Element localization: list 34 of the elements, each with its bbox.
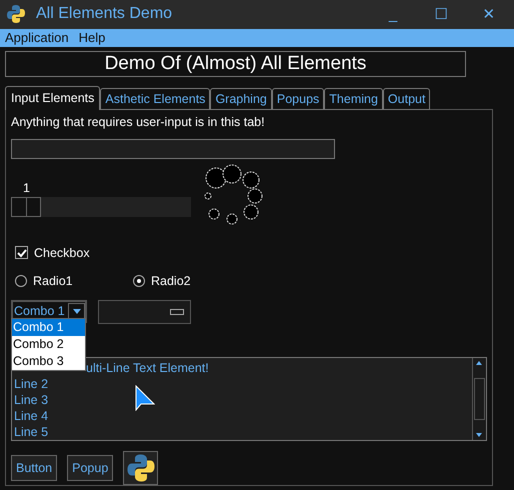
menu-item[interactable]: Application: [5, 30, 69, 46]
menu-item[interactable]: Help: [78, 30, 106, 46]
minimize-button[interactable]: _: [374, 6, 412, 23]
tab[interactable]: Theming: [324, 88, 383, 110]
action-button[interactable]: Button: [11, 454, 58, 481]
checkbox[interactable]: [15, 246, 28, 260]
header-title: Demo Of (Almost) All Elements: [5, 51, 466, 77]
image-button[interactable]: [123, 450, 158, 485]
text-input-field[interactable]: [11, 138, 335, 159]
tab[interactable]: Input Elements: [5, 86, 100, 110]
scrollbar[interactable]: [472, 358, 486, 440]
slider[interactable]: [11, 196, 191, 217]
tab[interactable]: Popups: [272, 88, 324, 110]
radio-button[interactable]: [15, 274, 27, 287]
tab[interactable]: Graphing: [210, 88, 272, 110]
checkbox-label: Checkbox: [34, 246, 90, 260]
handle-icon: [170, 308, 184, 315]
radio-label: Radio2: [151, 274, 191, 288]
maximize-button[interactable]: ☐: [422, 5, 460, 24]
intro-text: Anything that requires user-input is in this tab!: [11, 114, 266, 129]
dropdown-option[interactable]: Combo 1: [12, 318, 85, 336]
spin-field[interactable]: [98, 300, 191, 324]
slider-thumb[interactable]: [11, 196, 41, 217]
close-button[interactable]: ✕: [470, 5, 508, 24]
slider-value: 1: [23, 180, 31, 195]
python-logo-icon: [126, 452, 156, 483]
pointer-icon: [135, 384, 155, 411]
window-title: All Elements Demo: [36, 5, 174, 24]
tab[interactable]: Asthetic Elements: [100, 88, 210, 110]
app-logo-icon: [6, 4, 26, 24]
radio-button[interactable]: [133, 274, 145, 287]
popup-button[interactable]: Popup: [67, 454, 114, 481]
tab[interactable]: Output: [382, 88, 430, 110]
radio-label: Radio1: [33, 274, 73, 288]
